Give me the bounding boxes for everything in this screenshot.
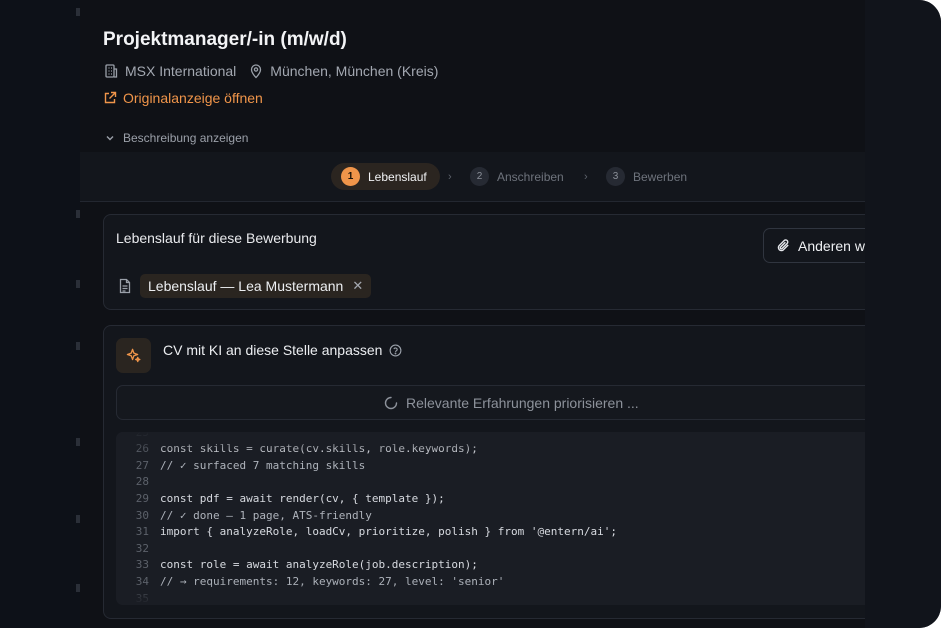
code-line: 28 (116, 474, 160, 490)
line-text: const role = await analyzeRole(job.descr… (160, 558, 478, 572)
line-text: // ✓ surfaced 7 matching skills (160, 458, 366, 472)
help-circle-icon[interactable] (389, 344, 402, 357)
background-page (0, 0, 81, 628)
company-name: MSX International (125, 63, 237, 79)
line-number: 33 (135, 558, 149, 572)
resume-card-heading: Lebenslauf für diese Bewerbung (116, 230, 317, 246)
code-line: 33 const role = await analyzeRole(job.des… (116, 557, 478, 573)
line-number: 28 (135, 475, 149, 489)
choose-other-resume-button[interactable]: Anderen w (763, 228, 865, 263)
ai-tailor-card: CV mit KI an diese Stelle anpassen Relev… (103, 325, 865, 619)
code-line: 27 // ✓ surfaced 7 matching skills (116, 457, 366, 473)
chevron-right-icon: › (584, 171, 588, 183)
line-text: import { analyzeRole, loadCv, prioritize… (160, 525, 617, 539)
code-line: 32 (116, 540, 160, 556)
step-apply[interactable]: 3 Bewerben (606, 163, 687, 190)
app-window: Projektmanager/-in (m/w/d) MSX Internati… (0, 0, 941, 628)
job-meta: MSX International München, München (Krei… (103, 63, 438, 79)
original-ad-label: Originalanzeige öffnen (123, 90, 263, 106)
application-panel: Projektmanager/-in (m/w/d) MSX Internati… (80, 0, 865, 628)
code-line: 31 import { analyzeRole, loadCv, prioriti… (116, 524, 617, 540)
line-text: // ✓ done — 1 page, ATS-friendly (160, 508, 372, 522)
file-icon (118, 278, 132, 294)
chevron-down-icon (104, 132, 116, 144)
code-fade-top (116, 432, 865, 454)
ai-progress-status: Relevante Erfahrungen priorisieren ... (116, 385, 865, 420)
sparkles-icon (116, 338, 151, 373)
step-label: Bewerben (633, 169, 688, 184)
window-edge (865, 0, 941, 628)
code-log: 2526const skills = curate(cv.skills, rol… (116, 432, 865, 605)
step-cover-letter[interactable]: 2 Anschreiben (470, 163, 564, 190)
resume-card: Lebenslauf für diese Bewerbung Anderen w… (103, 214, 865, 310)
job-location: München, München (Kreis) (270, 63, 439, 79)
line-number: 32 (135, 541, 149, 555)
line-text: const pdf = await render(cv, { template … (160, 491, 445, 505)
description-toggle[interactable]: Beschreibung anzeigen (104, 131, 248, 145)
building-icon (103, 63, 119, 79)
paperclip-icon (776, 238, 791, 253)
code-line: 29 const pdf = await render(cv, { templat… (116, 490, 445, 506)
step-number: 1 (341, 167, 360, 186)
line-number: 30 (135, 508, 149, 522)
step-label: Anschreiben (497, 169, 564, 184)
selected-resume-name: Lebenslauf — Lea Mustermann (148, 278, 344, 294)
job-title: Projektmanager/-in (m/w/d) (103, 29, 347, 50)
choose-other-resume-label: Anderen w (798, 237, 865, 254)
external-link-icon (103, 91, 117, 105)
code-line: 30 // ✓ done — 1 page, ATS-friendly (116, 507, 372, 523)
step-number: 3 (606, 167, 625, 186)
ai-card-title: CV mit KI an diese Stelle anpassen (163, 342, 383, 358)
line-number: 29 (135, 491, 149, 505)
line-number: 31 (135, 525, 149, 539)
ai-card-heading: CV mit KI an diese Stelle anpassen (163, 342, 402, 358)
spinner-icon (384, 396, 398, 410)
description-toggle-label: Beschreibung anzeigen (123, 131, 249, 145)
chevron-right-icon: › (448, 171, 452, 183)
code-fade-bottom (116, 583, 865, 605)
step-resume[interactable]: 1 Lebenslauf (331, 163, 440, 190)
step-label: Lebenslauf (368, 169, 427, 184)
remove-resume-icon[interactable]: ✕ (352, 278, 363, 294)
ai-status-text: Relevante Erfahrungen priorisieren ... (406, 395, 639, 411)
original-ad-link[interactable]: Originalanzeige öffnen (103, 90, 263, 106)
line-number: 27 (135, 458, 149, 472)
map-pin-icon (248, 63, 264, 79)
selected-resume-chip: Lebenslauf — Lea Mustermann ✕ (140, 274, 372, 298)
step-number: 2 (470, 167, 489, 186)
